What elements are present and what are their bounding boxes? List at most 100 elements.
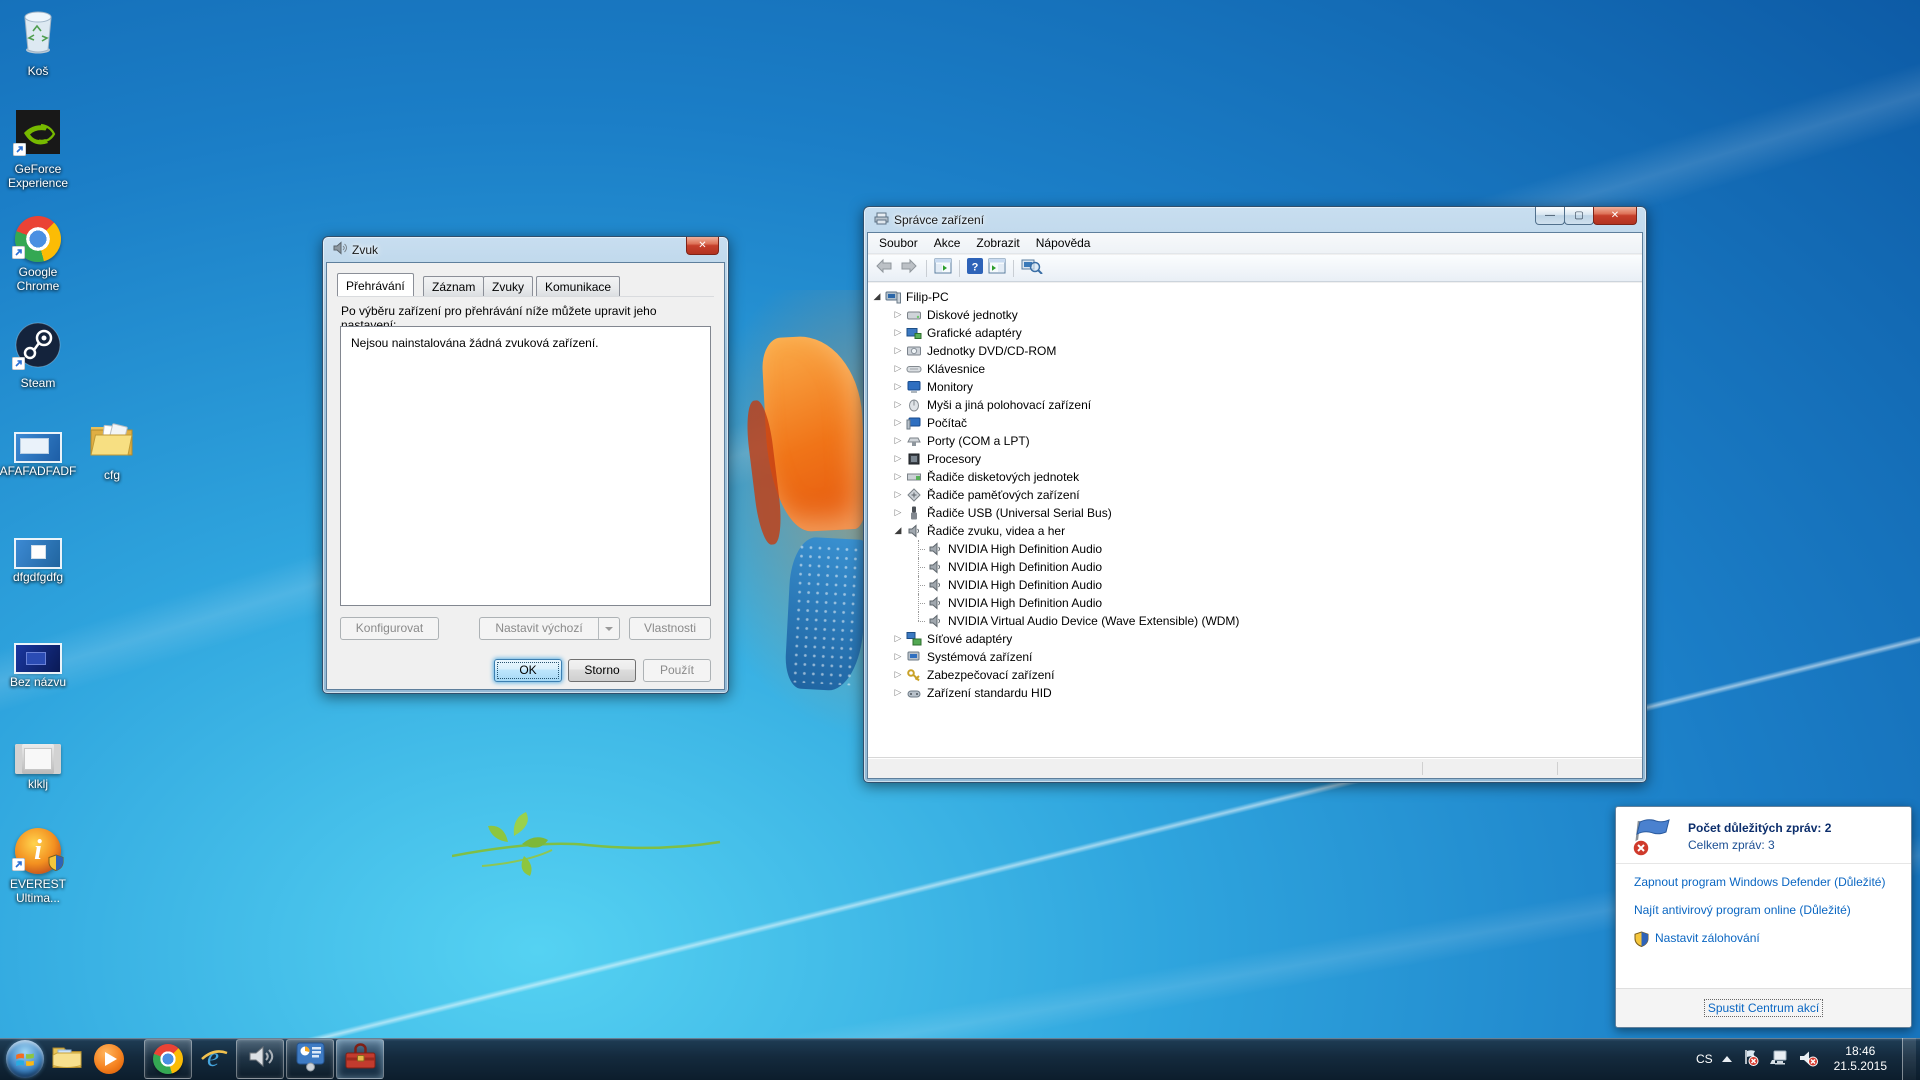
tree-item[interactable]: ▷Procesory	[868, 450, 1642, 468]
action-center-link-0[interactable]: Zapnout program Windows Defender (Důleži…	[1634, 875, 1896, 890]
menu-akce[interactable]: Akce	[926, 234, 969, 252]
collapse-arrow-icon[interactable]: ▷	[891, 328, 905, 338]
taskbar-chrome[interactable]	[144, 1039, 192, 1079]
collapse-arrow-icon[interactable]: ▷	[891, 436, 905, 446]
tree-item[interactable]: NVIDIA Virtual Audio Device (Wave Extens…	[868, 612, 1642, 630]
scan-hardware-icon[interactable]	[1021, 257, 1043, 279]
close-button[interactable]: ✕	[686, 237, 719, 255]
tab-zvuky[interactable]: Zvuky	[483, 276, 533, 296]
sound-dialog-titlebar[interactable]: Zvuk	[326, 237, 725, 262]
console-tree-icon[interactable]	[934, 258, 952, 279]
tree-item[interactable]: NVIDIA High Definition Audio	[868, 558, 1642, 576]
desktop-icon-everest[interactable]: iEVEREST Ultima...	[0, 828, 76, 905]
collapse-arrow-icon[interactable]: ▷	[891, 400, 905, 410]
desktop-icon-afafadfadf[interactable]: AFAFADFADF	[0, 434, 76, 478]
apply-button[interactable]: Použít	[643, 659, 711, 682]
tree-item[interactable]: ▷Klávesnice	[868, 360, 1642, 378]
configure-button[interactable]: Konfigurovat	[340, 617, 439, 640]
playback-device-list[interactable]: Nejsou nainstalována žádná zvuková zaříz…	[340, 326, 711, 606]
network-tray-icon[interactable]	[1769, 1049, 1789, 1070]
collapse-arrow-icon[interactable]: ▷	[891, 454, 905, 464]
tree-item[interactable]: ▷Monitory	[868, 378, 1642, 396]
collapse-arrow-icon[interactable]: ▷	[891, 508, 905, 518]
tab-komunikace[interactable]: Komunikace	[536, 276, 620, 296]
action-center-link-2[interactable]: Nastavit zálohování	[1634, 931, 1896, 951]
ok-button[interactable]: OK	[494, 659, 562, 682]
collapse-arrow-icon[interactable]: ▷	[891, 472, 905, 482]
collapse-arrow-icon[interactable]: ▷	[891, 364, 905, 374]
minimize-button[interactable]: —	[1535, 207, 1565, 225]
taskbar-media-player[interactable]	[89, 1039, 129, 1079]
maximize-button[interactable]: ▢	[1564, 207, 1594, 225]
tree-item[interactable]: ▷Grafické adaptéry	[868, 324, 1642, 342]
tree-item-label: Porty (COM a LPT)	[927, 434, 1030, 448]
collapse-arrow-icon[interactable]: ▷	[891, 670, 905, 680]
desktop-icon-cfg[interactable]: cfg	[74, 420, 150, 482]
show-desktop-button[interactable]	[1902, 1038, 1916, 1080]
set-default-button[interactable]: Nastavit výchozí	[479, 617, 620, 640]
action-center-tray-icon[interactable]	[1741, 1048, 1760, 1070]
tree-item-label: Myši a jiná polohovací zařízení	[927, 398, 1091, 412]
language-indicator[interactable]: CS	[1696, 1052, 1713, 1066]
collapse-arrow-icon[interactable]: ▷	[891, 634, 905, 644]
tree-item[interactable]: NVIDIA High Definition Audio	[868, 576, 1642, 594]
tree-item[interactable]: NVIDIA High Definition Audio	[868, 540, 1642, 558]
back-icon[interactable]	[874, 258, 894, 279]
desktop-icon-dfgdfgdfg[interactable]: dfgdfgdfg	[0, 540, 76, 584]
tree-item[interactable]: ◢Řadiče zvuku, videa a her	[868, 522, 1642, 540]
collapse-arrow-icon[interactable]: ▷	[891, 418, 905, 428]
menu-zobrazit[interactable]: Zobrazit	[968, 234, 1027, 252]
collapse-arrow-icon[interactable]: ▷	[891, 652, 905, 662]
collapse-arrow-icon[interactable]: ▷	[891, 688, 905, 698]
tree-item[interactable]: ▷Řadiče paměťových zařízení	[868, 486, 1642, 504]
tree-item[interactable]: ▷Zařízení standardu HID	[868, 684, 1642, 702]
taskbar-sound-dialog[interactable]	[236, 1039, 284, 1079]
collapse-arrow-icon[interactable]: ▷	[891, 382, 905, 392]
collapse-arrow-icon[interactable]: ▷	[891, 490, 905, 500]
forward-icon[interactable]	[899, 258, 919, 279]
tree-item[interactable]: ▷ Porty (COM a LPT)	[868, 432, 1642, 450]
menu-nápověda[interactable]: Nápověda	[1028, 234, 1099, 252]
tree-item[interactable]: ▷ Myši a jiná polohovací zařízení	[868, 396, 1642, 414]
open-action-center-link[interactable]: Spustit Centrum akcí	[1705, 1000, 1822, 1016]
taskbar-start-button[interactable]	[5, 1039, 45, 1079]
device-manager-titlebar[interactable]: Správce zařízení	[867, 207, 1643, 232]
tree-item[interactable]: ▷Systémová zařízení	[868, 648, 1642, 666]
tab-záznam[interactable]: Záznam	[423, 276, 484, 296]
expanded-arrow-icon[interactable]: ◢	[891, 526, 905, 536]
tree-item[interactable]: ▷Síťové adaptéry	[868, 630, 1642, 648]
volume-muted-tray-icon[interactable]	[1798, 1049, 1819, 1070]
desktop-icon-recycle-bin[interactable]: Koš	[0, 6, 76, 78]
tree-item[interactable]: ▷Počítač	[868, 414, 1642, 432]
action-center-link-1[interactable]: Najít antivirový program online (Důležit…	[1634, 903, 1896, 918]
properties-button[interactable]: Vlastnosti	[629, 617, 711, 640]
tray-clock[interactable]: 18:46 21.5.2015	[1828, 1044, 1893, 1074]
cancel-button[interactable]: Storno	[568, 659, 636, 682]
collapse-arrow-icon[interactable]: ▷	[891, 346, 905, 356]
taskbar-internet-explorer[interactable]: e	[194, 1039, 234, 1079]
desktop-icon-geforce-experience[interactable]: GeForce Experience	[0, 110, 76, 190]
menu-soubor[interactable]: Soubor	[871, 234, 926, 252]
collapse-arrow-icon[interactable]: ▷	[891, 310, 905, 320]
tree-item[interactable]: ▷Řadiče USB (Universal Serial Bus)	[868, 504, 1642, 522]
desktop-icon-klklj[interactable]: klklj	[0, 744, 76, 791]
taskbar-device-manager[interactable]	[336, 1039, 384, 1079]
desktop-icon-steam[interactable]: Steam	[0, 322, 76, 390]
tree-item[interactable]: NVIDIA High Definition Audio	[868, 594, 1642, 612]
taskbar-control-panel[interactable]	[286, 1039, 334, 1079]
close-button[interactable]: ✕	[1593, 207, 1637, 225]
properties-panel-icon[interactable]	[988, 258, 1006, 279]
taskbar-explorer[interactable]	[47, 1039, 87, 1079]
desktop-icon-bez-nazvu[interactable]: Bez názvu	[0, 645, 76, 689]
tree-item[interactable]: ▷Diskové jednotky	[868, 306, 1642, 324]
tab-přehrávání[interactable]: Přehrávání	[337, 273, 414, 296]
expanded-arrow-icon[interactable]: ◢	[870, 292, 884, 302]
desktop-icon-google-chrome[interactable]: Google Chrome	[0, 216, 76, 293]
tree-item[interactable]: ▷Jednotky DVD/CD-ROM	[868, 342, 1642, 360]
show-hidden-icons-icon[interactable]	[1722, 1056, 1732, 1062]
tree-item[interactable]: ▷Zabezpečovací zařízení	[868, 666, 1642, 684]
set-default-dropdown[interactable]	[598, 618, 619, 639]
tree-item[interactable]: ◢Filip-PC	[868, 288, 1642, 306]
tree-item[interactable]: ▷Řadiče disketových jednotek	[868, 468, 1642, 486]
help-icon[interactable]: ?	[967, 258, 983, 279]
